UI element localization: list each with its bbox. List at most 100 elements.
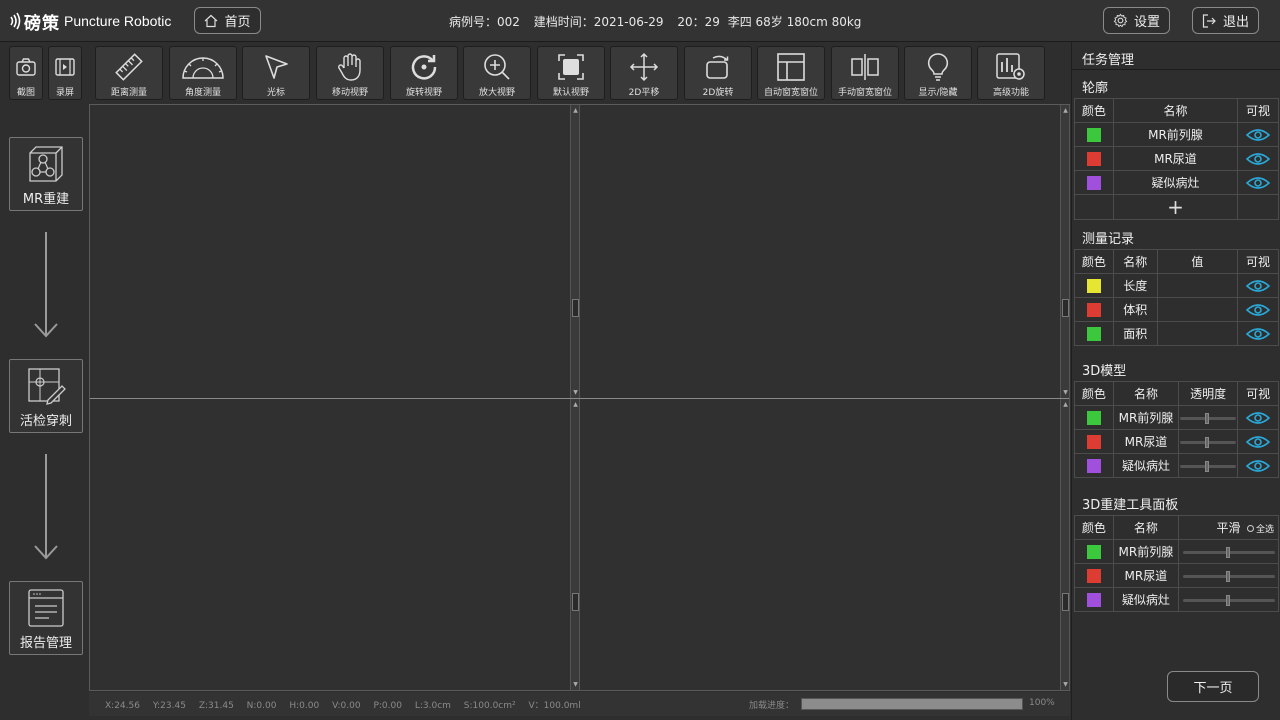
scroll-thumb[interactable]: [1062, 299, 1069, 317]
created-time: 20：29: [677, 15, 720, 29]
measure-section-title: 测量记录: [1082, 232, 1135, 247]
eye-icon[interactable]: [1246, 411, 1271, 425]
color-swatch[interactable]: [1086, 151, 1101, 166]
tool-label: 放大视野: [478, 88, 515, 98]
color-swatch[interactable]: [1086, 127, 1101, 142]
tool-2d-rotate-button[interactable]: 2D旋转: [684, 46, 752, 100]
tool-advanced-button[interactable]: 高级功能: [977, 46, 1045, 100]
tool-label: 旋转视野: [405, 88, 442, 98]
arrow-down-icon: [34, 232, 58, 338]
opacity-slider[interactable]: [1180, 412, 1237, 424]
color-swatch[interactable]: [1086, 302, 1101, 317]
scrollbar-top-left[interactable]: ▲ ▼: [570, 105, 580, 398]
table-row: 疑似病灶: [1074, 453, 1279, 478]
table-row: 长度: [1074, 273, 1279, 298]
tool-label: 角度测量: [184, 88, 221, 98]
tool-angle-button[interactable]: 角度测量: [169, 46, 237, 100]
workflow-report-button[interactable]: 报告管理: [9, 581, 83, 655]
coord-h: H:0.00: [289, 701, 320, 711]
brand-name-cn: 磅策: [24, 13, 60, 34]
col-header: 可视: [1237, 249, 1279, 274]
eye-icon[interactable]: [1246, 459, 1271, 473]
table-header: 颜色 名称 平滑 全选: [1074, 515, 1279, 540]
row-value: [1156, 273, 1239, 298]
scrollbar-top-right[interactable]: ▲ ▼: [1060, 105, 1070, 398]
tool-record-button[interactable]: 录屏: [48, 46, 82, 100]
tool-show-hide-button[interactable]: 显示/隐藏: [904, 46, 972, 100]
workflow-biopsy-button[interactable]: 活检穿刺: [9, 359, 83, 433]
rotate-icon: [411, 55, 437, 80]
table-header: 颜色 名称 可视: [1074, 98, 1279, 123]
row-name: 长度: [1112, 273, 1158, 298]
eye-icon[interactable]: [1246, 303, 1271, 317]
color-swatch[interactable]: [1086, 592, 1101, 607]
exit-button[interactable]: 退出: [1192, 7, 1259, 34]
hand-icon: [338, 53, 361, 81]
home-button[interactable]: 首页: [194, 7, 261, 34]
tool-zoom-button[interactable]: 放大视野: [463, 46, 531, 100]
tool-auto-window-button[interactable]: 自动窗宽窗位: [757, 46, 825, 100]
created-date: 建档时间：2021-06-29: [533, 15, 664, 29]
table-header: 颜色 名称 值 可视: [1074, 249, 1279, 274]
tool-pan-button[interactable]: 移动视野: [316, 46, 384, 100]
select-all-radio[interactable]: 全选: [1246, 522, 1274, 535]
tool-screenshot-button[interactable]: 截图: [9, 46, 43, 100]
col-header: 值: [1156, 249, 1239, 274]
scroll-thumb[interactable]: [1062, 593, 1069, 611]
arrow-down-icon: [34, 454, 58, 560]
load-progress-bar: [801, 698, 1023, 710]
next-page-button[interactable]: 下一页: [1167, 671, 1259, 702]
workflow-mr-reconstruct-button[interactable]: MR重建: [9, 137, 83, 211]
tool-2d-pan-button[interactable]: 2D平移: [610, 46, 678, 100]
opacity-slider[interactable]: [1180, 436, 1237, 448]
select-all-label: 全选: [1255, 525, 1274, 535]
add-contour-button[interactable]: +: [1112, 194, 1239, 220]
settings-button[interactable]: 设置: [1103, 7, 1170, 34]
eye-icon[interactable]: [1246, 176, 1271, 190]
table-row: MR前列腺: [1074, 539, 1279, 564]
measure-table: 颜色 名称 值 可视 长度 体积 面积: [1074, 249, 1279, 346]
eye-icon[interactable]: [1246, 279, 1271, 293]
viewport-top-left[interactable]: [90, 105, 570, 398]
eye-icon[interactable]: [1246, 152, 1271, 166]
scroll-thumb[interactable]: [572, 593, 579, 611]
measure-area: S:100.0cm²: [463, 701, 516, 711]
col-header: 平滑: [1216, 521, 1241, 535]
tool-default-view-button[interactable]: 默认视野: [537, 46, 605, 100]
logo: 磅策 Puncture Robotic: [8, 9, 171, 34]
row-name: 疑似病灶: [1112, 587, 1180, 612]
col-header: 颜色: [1074, 381, 1114, 406]
smooth-slider[interactable]: [1182, 594, 1275, 606]
color-swatch[interactable]: [1086, 434, 1101, 449]
color-swatch[interactable]: [1086, 568, 1101, 583]
color-swatch[interactable]: [1086, 410, 1101, 425]
scroll-thumb[interactable]: [572, 299, 579, 317]
tool-cursor-button[interactable]: 光标: [242, 46, 310, 100]
smooth-slider[interactable]: [1182, 546, 1275, 558]
tool-distance-button[interactable]: 距离测量: [95, 46, 163, 100]
col-header: 名称: [1112, 381, 1180, 406]
table-row: 体积: [1074, 297, 1279, 322]
eye-icon[interactable]: [1246, 435, 1271, 449]
film-icon: [55, 58, 75, 76]
tool-manual-window-button[interactable]: 手动窗宽窗位: [831, 46, 899, 100]
eye-icon[interactable]: [1246, 327, 1271, 341]
smooth-slider[interactable]: [1182, 570, 1275, 582]
viewport-bottom-right[interactable]: [581, 399, 1060, 690]
color-swatch[interactable]: [1086, 544, 1101, 559]
color-swatch[interactable]: [1086, 175, 1101, 190]
scrollbar-bottom-right[interactable]: ▲ ▼: [1060, 399, 1070, 690]
color-swatch[interactable]: [1086, 326, 1101, 341]
workflow-label: MR重建: [22, 192, 70, 207]
tools3d-table: 颜色 名称 平滑 全选 MR前列腺 MR尿道 疑似病灶: [1074, 515, 1279, 612]
tool-rotate-view-button[interactable]: 旋转视野: [390, 46, 458, 100]
color-swatch[interactable]: [1086, 278, 1101, 293]
signal-waves-icon: [10, 12, 21, 30]
viewport-top-right[interactable]: [581, 105, 1060, 398]
viewport-bottom-left[interactable]: [90, 399, 570, 690]
opacity-slider[interactable]: [1180, 460, 1237, 472]
color-swatch[interactable]: [1086, 458, 1101, 473]
eye-icon[interactable]: [1246, 128, 1271, 142]
scrollbar-bottom-left[interactable]: ▲ ▼: [570, 399, 580, 690]
workflow-label: 报告管理: [19, 636, 72, 651]
